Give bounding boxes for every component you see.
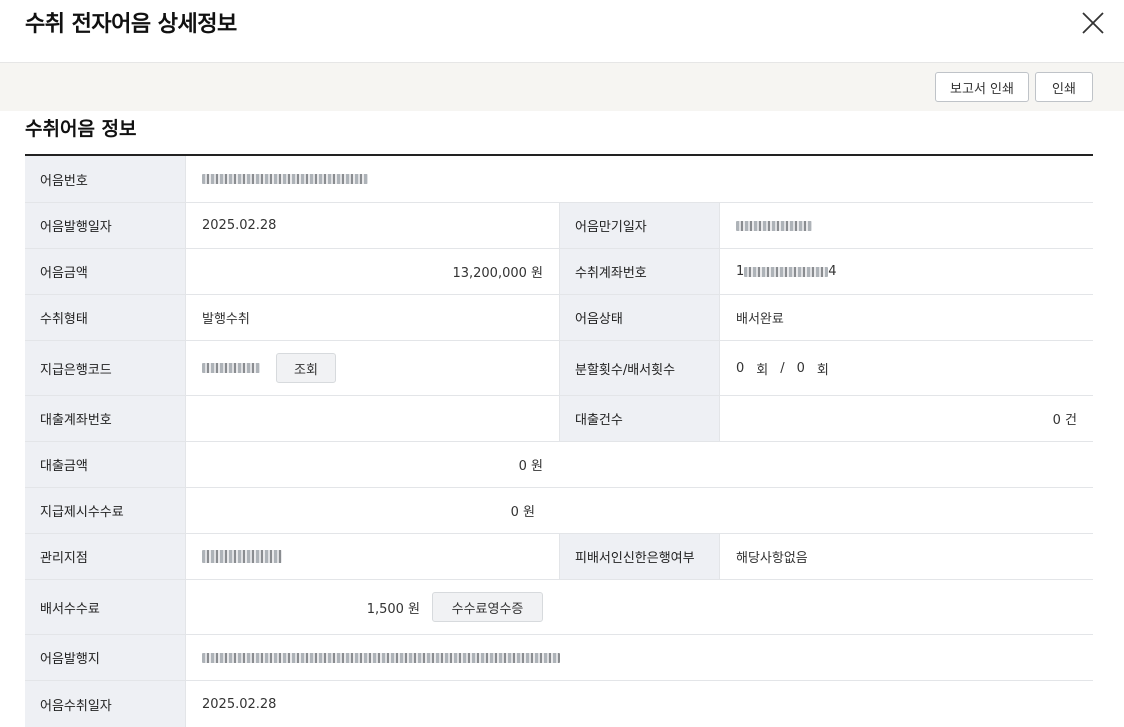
close-icon[interactable] <box>1080 10 1106 36</box>
loan-account-value <box>185 396 559 441</box>
masked-value <box>744 266 829 277</box>
field-label: 피배서인신한은행여부 <box>559 534 719 579</box>
masked-value <box>202 363 260 373</box>
print-button[interactable]: 인쇄 <box>1035 72 1093 102</box>
field-label: 어음만기일자 <box>559 203 719 248</box>
table-row: 어음수취일자 2025.02.28 <box>25 681 1093 727</box>
field-label: 관리지점 <box>25 534 185 579</box>
field-label: 지급제시수수료 <box>25 488 185 533</box>
count-separator: / <box>780 360 785 376</box>
field-label: 대출계좌번호 <box>25 396 185 441</box>
table-row: 지급제시수수료 0 원 <box>25 488 1093 534</box>
field-label: 어음번호 <box>25 156 185 202</box>
table-row: 지급은행코드 조회 분할횟수/배서횟수 0 회 / 0 회 <box>25 341 1093 396</box>
loan-count-value: 0 건 <box>719 396 1093 441</box>
present-fee-value: 0 원 <box>185 488 559 533</box>
dialog-title: 수취 전자어음 상세정보 <box>25 12 237 37</box>
fee-receipt-button[interactable]: 수수료영수증 <box>432 592 543 622</box>
report-print-button[interactable]: 보고서 인쇄 <box>935 72 1029 102</box>
field-label: 배서수수료 <box>25 580 185 634</box>
issue-date-value: 2025.02.28 <box>185 203 559 248</box>
note-info-table: 어음번호 어음발행일자 2025.02.28 어음만기일자 어음금액 13,20… <box>25 154 1093 727</box>
table-row: 배서수수료 1,500 원 수수료영수증 <box>25 580 1093 635</box>
endorse-count: 0 <box>796 360 805 376</box>
pay-bank-code-value: 조회 <box>185 341 559 395</box>
account-suffix: 4 <box>828 264 837 279</box>
loan-amount-value: 0 원 <box>185 442 559 487</box>
field-label: 어음발행일자 <box>25 203 185 248</box>
receive-date-value: 2025.02.28 <box>185 681 559 727</box>
maturity-date-value <box>719 203 1093 248</box>
table-row: 어음발행일자 2025.02.28 어음만기일자 <box>25 203 1093 249</box>
endorse-unit: 회 <box>816 362 829 378</box>
field-label: 수취형태 <box>25 295 185 340</box>
field-label: 분할횟수/배서횟수 <box>559 341 719 395</box>
masked-value <box>202 174 368 184</box>
receive-account-value: 1 4 <box>719 249 1093 294</box>
note-number-value <box>185 156 1093 202</box>
endorsee-bank-value: 해당사항없음 <box>719 534 1093 579</box>
toolbar: 보고서 인쇄 인쇄 <box>0 62 1124 111</box>
split-endorse-value: 0 회 / 0 회 <box>719 341 1093 395</box>
table-row: 어음금액 13,200,000 원 수취계좌번호 1 4 <box>25 249 1093 295</box>
field-label: 어음금액 <box>25 249 185 294</box>
masked-value <box>202 652 560 663</box>
masked-value <box>202 550 282 563</box>
lookup-button[interactable]: 조회 <box>276 353 336 383</box>
endorse-fee-amount: 1,500 원 <box>366 601 420 617</box>
field-label: 어음상태 <box>559 295 719 340</box>
table-row: 대출금액 0 원 <box>25 442 1093 488</box>
note-status-value: 배서완료 <box>719 295 1093 340</box>
table-row: 관리지점 피배서인신한은행여부 해당사항없음 <box>25 534 1093 580</box>
section-title: 수취어음 정보 <box>25 118 137 140</box>
field-label: 지급은행코드 <box>25 341 185 395</box>
field-label: 어음수취일자 <box>25 681 185 727</box>
branch-value <box>185 534 559 579</box>
split-count: 0 <box>736 360 745 376</box>
masked-value <box>736 220 812 231</box>
account-prefix: 1 <box>736 264 745 279</box>
field-label: 수취계좌번호 <box>559 249 719 294</box>
table-row: 어음번호 <box>25 156 1093 203</box>
amount-value: 13,200,000 원 <box>185 249 559 294</box>
split-unit: 회 <box>756 362 769 378</box>
table-row: 어음발행지 <box>25 635 1093 681</box>
endorse-fee-value: 1,500 원 수수료영수증 <box>185 580 559 634</box>
issue-place-value <box>185 635 1093 680</box>
table-row: 수취형태 발행수취 어음상태 배서완료 <box>25 295 1093 341</box>
table-row: 대출계좌번호 대출건수 0 건 <box>25 396 1093 442</box>
field-label: 어음발행지 <box>25 635 185 680</box>
field-label: 대출건수 <box>559 396 719 441</box>
receive-type-value: 발행수취 <box>185 295 559 340</box>
field-label: 대출금액 <box>25 442 185 487</box>
